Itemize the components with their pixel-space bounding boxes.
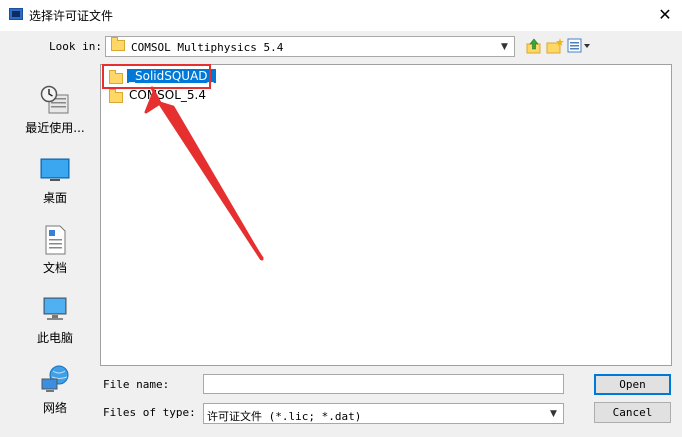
- places-item-label: 网络: [42, 401, 67, 415]
- places-item-recent[interactable]: 最近使用...: [12, 77, 98, 139]
- folder-icon: [111, 37, 125, 51]
- cancel-button-label: Cancel: [612, 406, 653, 419]
- files-of-type-dropdown[interactable]: 许可证文件 (*.lic; *.dat) ▼: [203, 403, 564, 424]
- places-sidebar: 最近使用... 桌面 文档 此电脑 网络: [12, 67, 98, 437]
- places-item-documents[interactable]: 文档: [12, 217, 98, 279]
- app-icon: [9, 8, 23, 20]
- title-bar: 选择许可证文件 ✕: [0, 0, 682, 31]
- documents-icon: [45, 225, 66, 255]
- places-item-label: 最近使用...: [25, 121, 85, 135]
- close-button[interactable]: ✕: [652, 3, 678, 25]
- network-icon: [41, 365, 69, 392]
- new-folder-button[interactable]: [546, 37, 564, 55]
- file-name-label: File name:: [103, 378, 170, 391]
- recent-icon: [40, 85, 69, 114]
- folder-icon: [109, 89, 123, 103]
- view-icon: [567, 38, 590, 53]
- view-menu-button[interactable]: [567, 37, 593, 55]
- look-in-value: COMSOL Multiphysics 5.4: [131, 41, 284, 54]
- desktop-icon: [40, 158, 70, 181]
- open-button-label: Open: [619, 378, 646, 391]
- places-item-computer[interactable]: 此电脑: [12, 287, 98, 349]
- computer-icon: [43, 297, 67, 320]
- file-name-text: COMSOL_5.4: [129, 88, 207, 102]
- look-in-label: Look in:: [49, 40, 102, 53]
- files-of-type-label: Files of type:: [103, 406, 196, 419]
- new-folder-icon: [546, 38, 564, 54]
- places-item-label: 桌面: [42, 191, 67, 205]
- look-in-dropdown[interactable]: COMSOL Multiphysics 5.4 ▼: [105, 36, 515, 57]
- places-item-desktop[interactable]: 桌面: [12, 147, 98, 209]
- open-button[interactable]: Open: [594, 374, 671, 395]
- up-folder-icon: [526, 38, 541, 54]
- places-item-network[interactable]: 网络: [12, 357, 98, 419]
- cancel-button[interactable]: Cancel: [594, 402, 671, 423]
- folder-icon: [109, 70, 123, 84]
- chevron-down-icon: ▼: [501, 41, 508, 52]
- up-folder-button[interactable]: [525, 37, 543, 55]
- places-item-label: 此电脑: [36, 331, 73, 345]
- file-name-text: _SolidSQUAD_: [127, 69, 216, 83]
- window-title: 选择许可证文件: [29, 9, 114, 23]
- files-of-type-value: 许可证文件 (*.lic; *.dat): [207, 410, 362, 423]
- places-item-label: 文档: [42, 261, 67, 275]
- file-name-input[interactable]: [203, 374, 564, 394]
- file-list[interactable]: _SolidSQUAD_ COMSOL_5.4: [100, 64, 672, 366]
- chevron-down-icon: ▼: [550, 408, 557, 419]
- dialog-body: Look in: COMSOL Multiphysics 5.4 ▼ 最近使用.…: [0, 31, 682, 437]
